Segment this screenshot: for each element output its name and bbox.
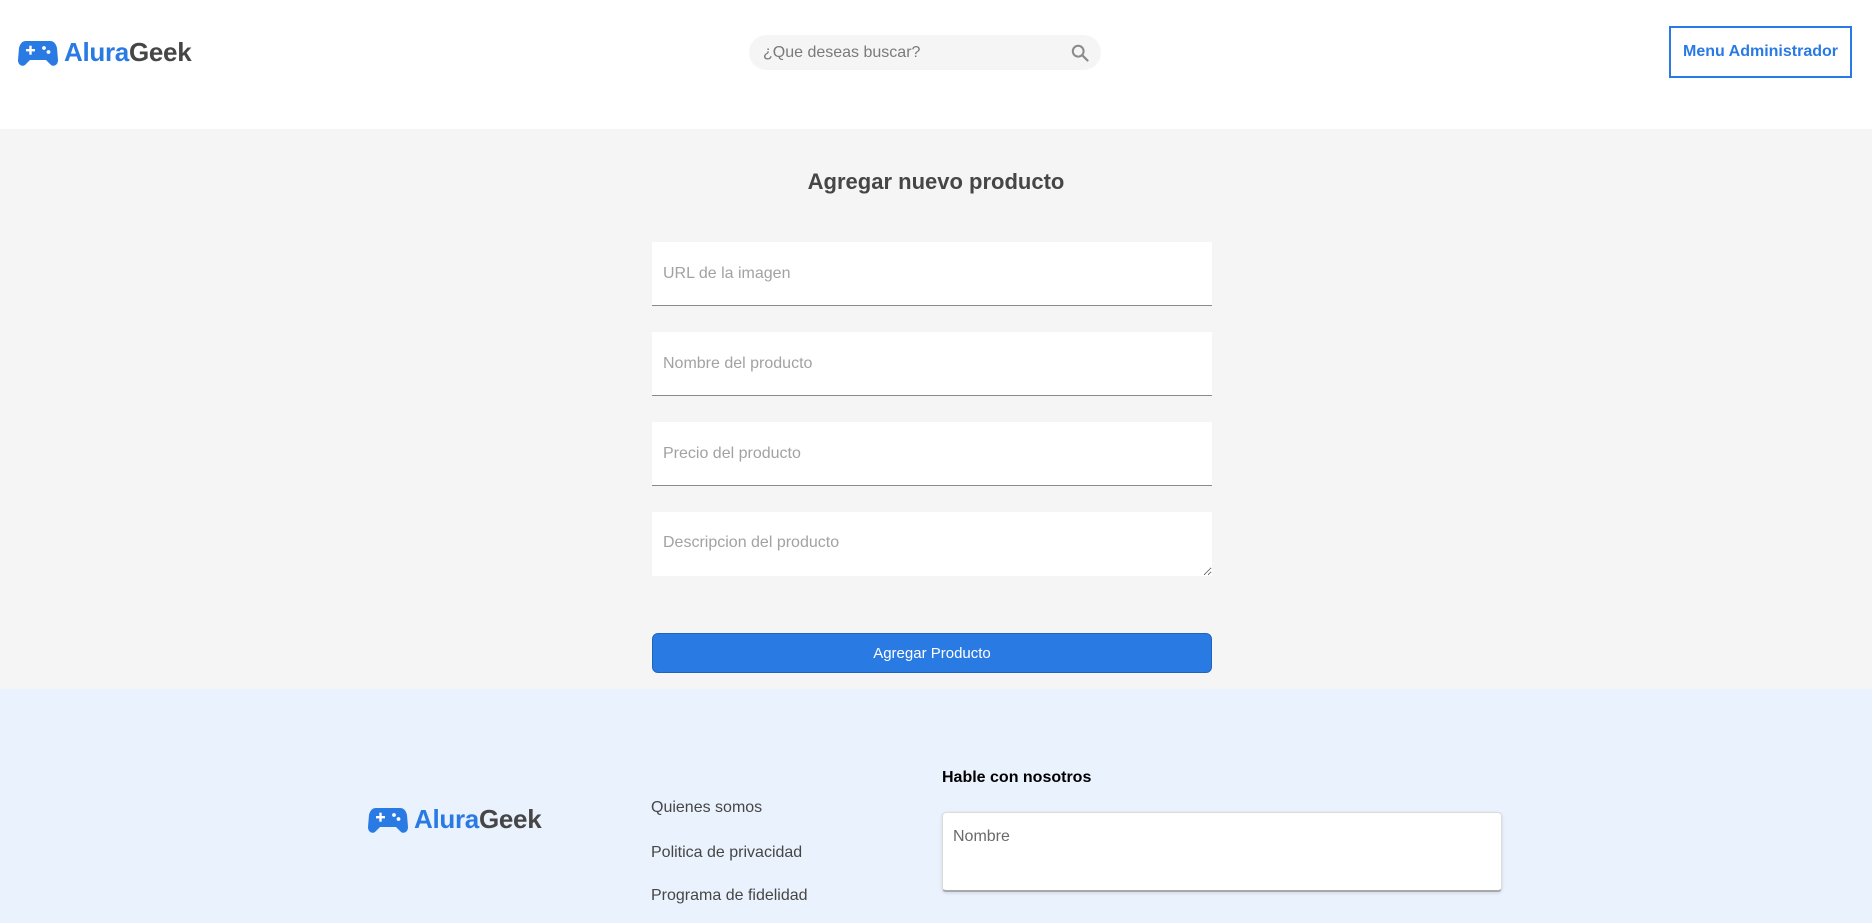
page-title: Agregar nuevo producto xyxy=(807,169,1065,194)
brand-logo[interactable]: AluraGeek xyxy=(18,37,192,68)
footer-link-loyalty[interactable]: Programa de fidelidad xyxy=(651,887,808,905)
add-product-section: Agregar nuevo producto Agregar Producto xyxy=(0,129,1872,689)
site-footer: AluraGeek Quienes somos Politica de priv… xyxy=(0,689,1872,923)
search-bar xyxy=(749,35,1101,70)
contact-form-title: Hable con nosotros xyxy=(942,769,1092,786)
search-input[interactable] xyxy=(763,35,1063,70)
search-icon[interactable] xyxy=(1071,44,1089,62)
product-name-field-wrapper xyxy=(652,332,1212,396)
footer-link-privacy[interactable]: Politica de privacidad xyxy=(651,844,802,862)
footer-brand-logo[interactable]: AluraGeek xyxy=(368,804,542,835)
product-name-input[interactable] xyxy=(652,332,1212,395)
footer-brand-name: AluraGeek xyxy=(414,804,542,834)
contact-name-field-wrapper xyxy=(942,812,1502,892)
brand-name: AluraGeek xyxy=(64,37,192,67)
image-url-input[interactable] xyxy=(652,242,1212,305)
image-url-field-wrapper xyxy=(652,242,1212,306)
gamepad-icon xyxy=(368,807,408,833)
admin-menu-button[interactable]: Menu Administrador xyxy=(1669,26,1852,78)
product-description-textarea[interactable] xyxy=(652,512,1212,576)
site-header: AluraGeek Menu Administrador xyxy=(0,0,1872,129)
product-description-field-wrapper xyxy=(652,512,1212,576)
add-product-button[interactable]: Agregar Producto xyxy=(652,633,1212,673)
gamepad-icon xyxy=(18,40,58,66)
contact-name-input[interactable] xyxy=(943,813,1501,890)
product-price-field-wrapper xyxy=(652,422,1212,486)
footer-link-about[interactable]: Quienes somos xyxy=(651,799,762,817)
product-price-input[interactable] xyxy=(652,422,1212,485)
